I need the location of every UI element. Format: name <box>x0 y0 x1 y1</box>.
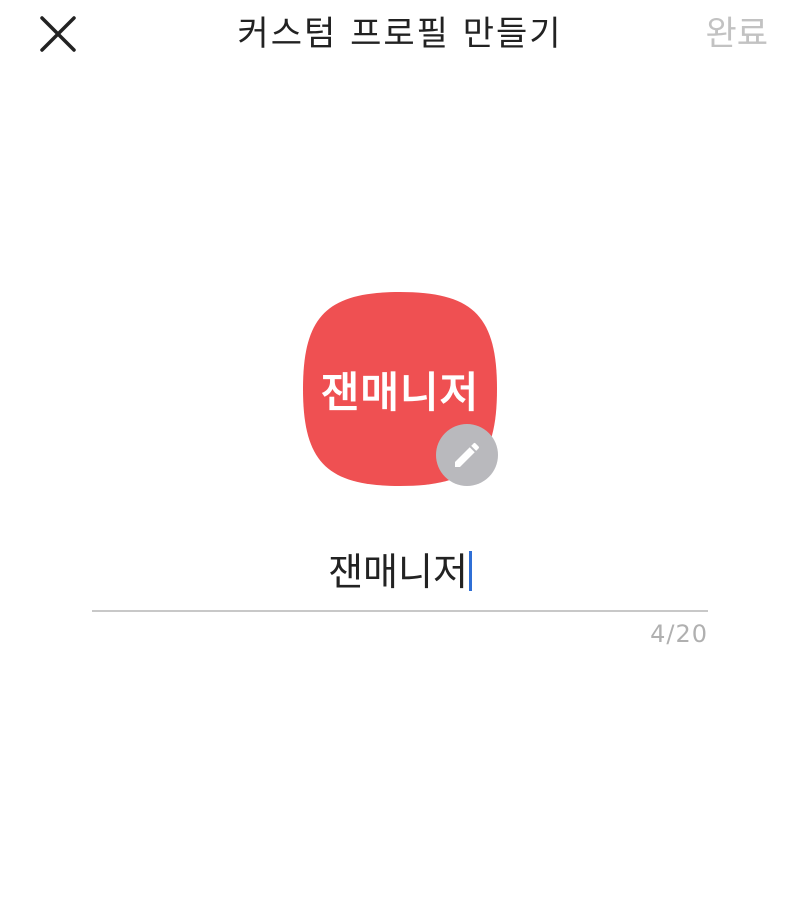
text-cursor <box>468 551 472 591</box>
pencil-icon <box>455 442 480 467</box>
name-input-text: 잰매니저 <box>328 550 468 594</box>
custom-profile-screen: 커스텀 프로필 만들기 완료 잰매니저 잰매니저 4/20 <box>0 0 800 920</box>
page-title: 커스텀 프로필 만들기 <box>237 14 563 54</box>
name-input-value[interactable]: 잰매니저 <box>92 546 708 598</box>
done-button[interactable]: 완료 <box>705 12 768 56</box>
top-bar: 커스텀 프로필 만들기 완료 <box>0 0 800 70</box>
character-counter: 4/20 <box>650 620 708 648</box>
name-input[interactable]: 잰매니저 <box>92 540 708 612</box>
edit-avatar-button[interactable] <box>436 424 498 486</box>
